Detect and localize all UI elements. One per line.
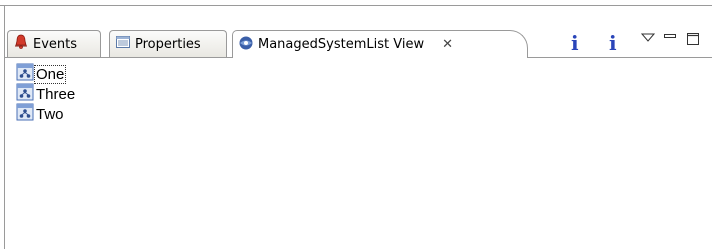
managed-system-icon — [238, 35, 254, 55]
tree-item-label: Three — [36, 85, 76, 103]
panel-top-border — [0, 5, 712, 6]
system-node-icon — [16, 83, 35, 105]
info-icon-2[interactable]: i — [609, 33, 617, 53]
tab-properties-label: Properties — [135, 36, 201, 52]
tab-events[interactable]: Events — [7, 30, 101, 57]
view-panel: Events Properties ManagedSystemList View… — [0, 0, 712, 249]
close-icon[interactable]: ✕ — [442, 37, 453, 52]
tree-item[interactable]: Three — [16, 83, 76, 105]
properties-icon — [115, 34, 131, 54]
maximize-icon[interactable] — [686, 32, 700, 50]
tree-item-label: Two — [36, 105, 64, 123]
tree-item[interactable]: One — [16, 63, 76, 85]
tree-item[interactable]: Two — [16, 103, 76, 125]
tab-managed-system-list-view-label: ManagedSystemList View — [258, 37, 425, 52]
minimize-icon[interactable] — [663, 32, 677, 48]
tab-events-label: Events — [33, 36, 78, 52]
tree-item-label: One — [33, 64, 67, 84]
tab-properties[interactable]: Properties — [109, 30, 227, 57]
system-node-icon — [16, 63, 35, 85]
panel-left-border — [4, 5, 5, 249]
view-menu-chevron-down-icon[interactable] — [640, 32, 656, 48]
system-node-icon — [16, 103, 35, 125]
tab-managed-system-list-view[interactable]: ManagedSystemList View ✕ — [232, 30, 528, 58]
managed-system-tree: One Three Two — [16, 63, 76, 125]
info-icon[interactable]: i — [571, 33, 579, 53]
bell-icon — [13, 34, 29, 54]
